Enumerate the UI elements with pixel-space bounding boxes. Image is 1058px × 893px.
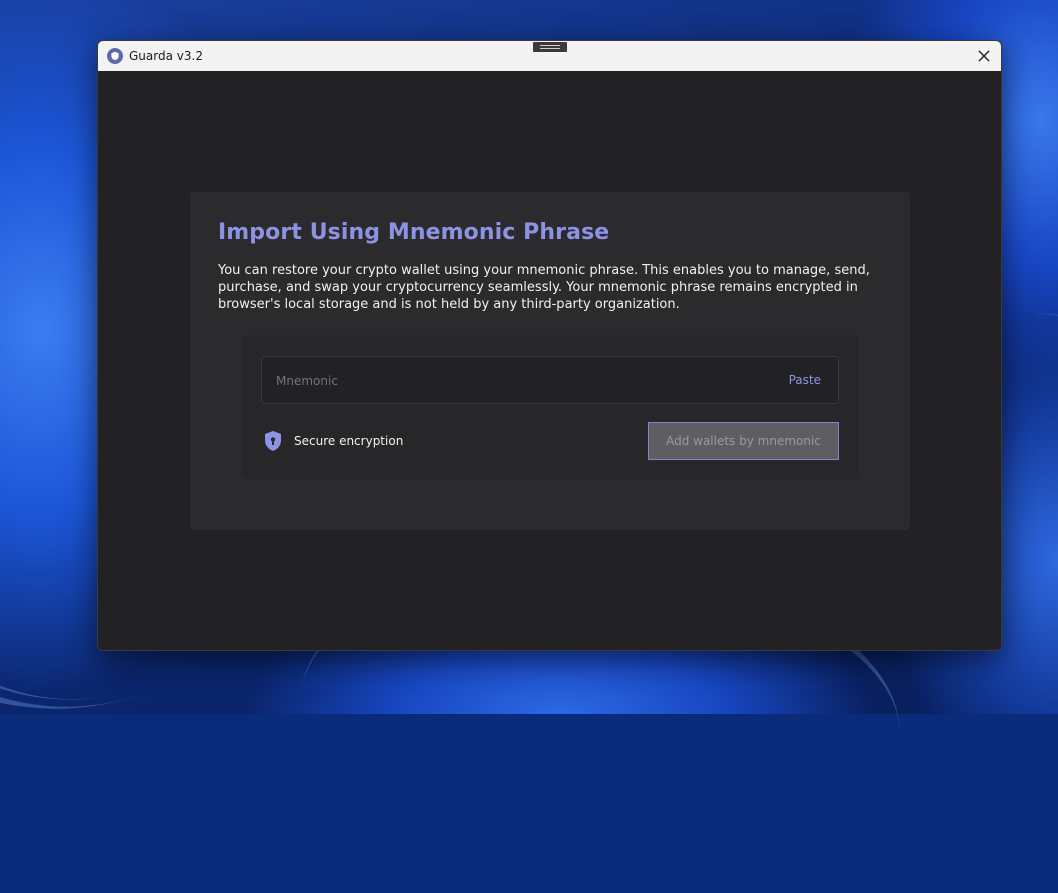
mnemonic-field-container: Paste bbox=[261, 356, 839, 405]
add-wallets-button[interactable]: Add wallets by mnemonic bbox=[648, 422, 839, 460]
secure-encryption-indicator: Secure encryption bbox=[264, 430, 403, 452]
app-window: Guarda v3.2 Import Using Mnemonic Phrase… bbox=[97, 40, 1002, 651]
paste-button[interactable]: Paste bbox=[789, 373, 821, 387]
mnemonic-form: Paste Secure encryption Add wallets by m… bbox=[241, 335, 859, 479]
page-title: Import Using Mnemonic Phrase bbox=[218, 220, 610, 245]
shield-lock-icon bbox=[265, 431, 281, 451]
page-description: You can restore your crypto wallet using… bbox=[218, 263, 870, 312]
drag-handle-icon[interactable] bbox=[533, 42, 567, 52]
close-button[interactable] bbox=[971, 43, 997, 69]
close-icon bbox=[978, 50, 990, 62]
import-card: Import Using Mnemonic Phrase You can res… bbox=[190, 192, 910, 530]
window-content: Import Using Mnemonic Phrase You can res… bbox=[98, 71, 1001, 650]
window-title: Guarda v3.2 bbox=[129, 49, 203, 63]
title-bar[interactable]: Guarda v3.2 bbox=[98, 41, 1001, 71]
guarda-logo-icon bbox=[107, 48, 123, 64]
mnemonic-input[interactable] bbox=[274, 357, 758, 405]
secure-encryption-label: Secure encryption bbox=[294, 434, 404, 448]
